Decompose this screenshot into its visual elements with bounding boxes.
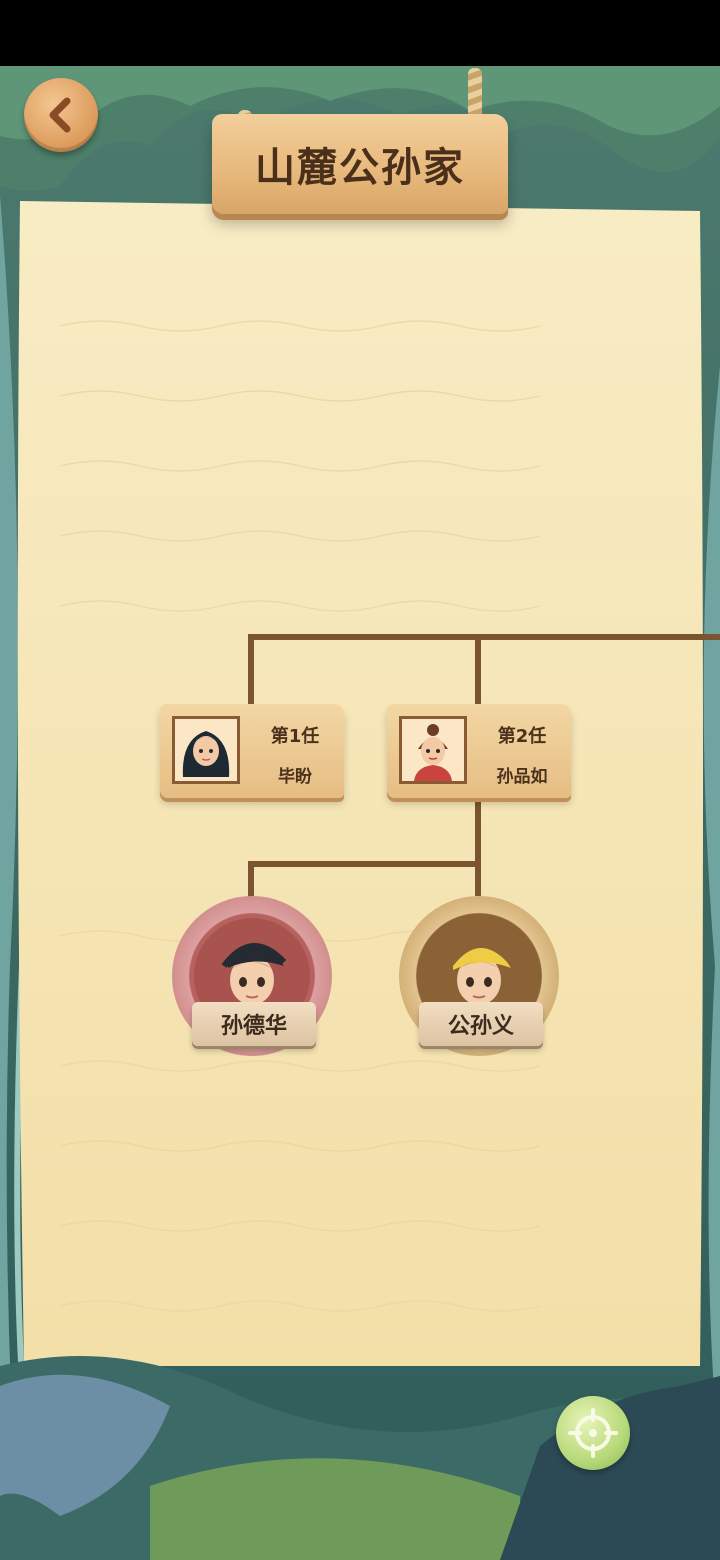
tree-line-wife1-drop [248,634,254,706]
locate-button[interactable] [556,1396,630,1470]
tree-line-children-bar [248,861,481,867]
child-name: 孙德华 [220,1014,287,1039]
tree-line-top [248,634,720,640]
child-node[interactable]: 孙德华 [172,896,332,1056]
wife-card[interactable]: 第2任 孙品如 [387,704,571,798]
wife-rank-label: 第1任 [270,726,320,747]
wife-portrait [399,716,467,784]
child-name-plate: 公孙义 [419,1002,543,1046]
child-name-plate: 孙德华 [192,1002,316,1046]
child-name: 公孙义 [447,1014,514,1039]
back-chevron-icon [49,97,71,133]
woman-avatar-icon [402,719,464,781]
child-node[interactable]: 公孙义 [399,896,559,1056]
crosshair-icon [568,1408,618,1458]
game-scene: 山麓公孙家 第1任 毕盼 第2任 孙品如 孙德华 公孙义 [0,66,720,1560]
wife-name: 孙品如 [496,767,548,787]
tree-line-child1-drop [248,861,254,897]
tree-line-wife2-children [475,792,481,896]
wife-card[interactable]: 第1任 毕盼 [160,704,344,798]
page-title: 山麓公孙家 [255,145,465,191]
tree-line-wife2-drop [475,634,481,706]
wife-rank-label: 第2任 [497,726,547,747]
title-plank: 山麓公孙家 [212,114,508,214]
parchment-background [0,66,720,1560]
wife-portrait [172,716,240,784]
back-button[interactable] [24,78,98,152]
status-bar [0,0,720,66]
woman-avatar-icon [175,719,237,781]
wife-name: 毕盼 [278,767,312,787]
